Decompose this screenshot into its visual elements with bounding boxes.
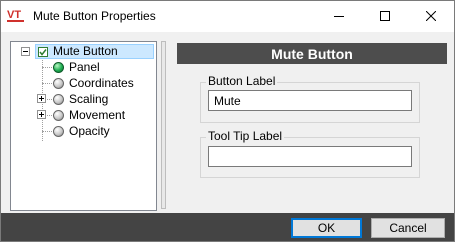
expand-toggle-movement[interactable] <box>37 110 46 119</box>
cancel-button[interactable]: Cancel <box>371 218 445 238</box>
panel-header: Mute Button <box>177 43 447 64</box>
tree-item-panel[interactable]: Panel <box>69 60 100 74</box>
ok-button[interactable]: OK <box>291 218 362 238</box>
panel-header-title: Mute Button <box>271 46 353 62</box>
button-label-input[interactable] <box>208 90 412 111</box>
minimize-icon <box>334 16 344 17</box>
tree-connector <box>47 99 52 100</box>
close-button[interactable] <box>408 1 454 31</box>
panel-splitter[interactable] <box>161 41 166 209</box>
close-icon <box>426 11 436 21</box>
collapse-toggle[interactable] <box>21 47 30 56</box>
plus-icon <box>39 112 44 117</box>
button-label-caption: Button Label <box>206 74 278 88</box>
tooltip-label-input[interactable] <box>208 146 412 167</box>
tree-item-movement[interactable]: Movement <box>69 108 125 122</box>
tree-connector <box>42 131 52 132</box>
expand-toggle-scaling[interactable] <box>37 94 46 103</box>
gray-ball-icon <box>53 78 64 89</box>
plus-icon <box>39 96 44 101</box>
svg-text:VT: VT <box>7 9 21 21</box>
tree-item-coordinates[interactable]: Coordinates <box>69 76 134 90</box>
tree-item-opacity[interactable]: Opacity <box>69 124 110 138</box>
tree-connector <box>42 83 52 84</box>
maximize-button[interactable] <box>362 1 408 31</box>
tree-item-mute-button[interactable]: Mute Button <box>53 44 118 58</box>
dialog-body: Mute Button Panel Coordinates Scaling Mo… <box>1 32 454 241</box>
checkbox-icon <box>38 46 48 57</box>
property-tree[interactable]: Mute Button Panel Coordinates Scaling Mo… <box>10 41 157 211</box>
window-title: Mute Button Properties <box>33 9 156 23</box>
tree-connector <box>47 115 52 116</box>
gray-ball-icon <box>53 94 64 105</box>
green-ball-icon <box>53 62 64 73</box>
minus-icon <box>23 51 28 52</box>
tooltip-label-caption: Tool Tip Label <box>206 129 285 143</box>
tree-connector <box>42 67 52 68</box>
properties-dialog: VT Mute Button Properties Mute Button Pa… <box>0 0 455 242</box>
title-bar: VT Mute Button Properties <box>1 1 454 31</box>
gray-ball-icon <box>53 126 64 137</box>
vt-logo-icon: VT <box>7 7 25 23</box>
gray-ball-icon <box>53 110 64 121</box>
maximize-icon <box>380 11 390 21</box>
minimize-button[interactable] <box>316 1 362 31</box>
tree-item-scaling[interactable]: Scaling <box>69 92 108 106</box>
